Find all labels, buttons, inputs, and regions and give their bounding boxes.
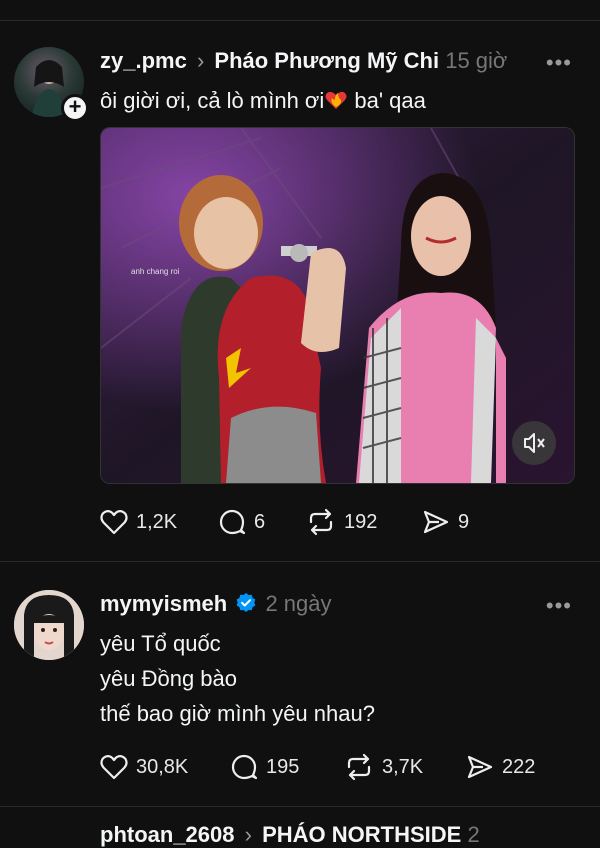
comment-count: 195 — [266, 755, 300, 778]
repost-button[interactable]: 3,7K — [344, 753, 466, 781]
like-count: 30,8K — [136, 755, 189, 778]
verified-badge-icon — [235, 592, 257, 620]
send-icon — [467, 755, 493, 779]
comment-button[interactable]: 195 — [230, 753, 344, 781]
more-options-icon[interactable]: ••• — [546, 593, 572, 619]
repost-icon — [347, 753, 371, 781]
post-header: mymyismeh 2 ngày — [100, 591, 332, 620]
post-divider — [0, 806, 600, 807]
avatar[interactable] — [14, 590, 84, 660]
post-text-line: yêu Đồng bào — [100, 666, 237, 691]
post-text-line: yêu Tổ quốc — [100, 631, 221, 656]
reply-to-name[interactable]: PHÁO NORTHSIDE — [262, 822, 461, 847]
post-time: 2 — [467, 822, 480, 847]
like-button[interactable]: 30,8K — [100, 754, 230, 780]
post-3-header: phtoan_2608 › PHÁO NORTHSIDE 2 — [100, 822, 480, 848]
post-text: yêu Tổ quốc yêu Đồng bào thế bao giờ mìn… — [100, 626, 375, 731]
chevron-right-icon: › — [244, 822, 252, 847]
share-count: 222 — [502, 755, 536, 778]
post-time: 2 ngày — [265, 591, 332, 616]
post-text-line: thế bao giờ mình yêu nhau? — [100, 701, 375, 726]
heart-icon — [100, 754, 128, 780]
post-actions: 30,8K 195 3,7K 222 — [100, 753, 535, 781]
post-2: mymyismeh 2 ngày ••• yêu Tổ quốc yêu Đồn… — [0, 0, 600, 805]
username[interactable]: mymyismeh — [100, 591, 227, 616]
username[interactable]: phtoan_2608 — [100, 822, 235, 847]
share-button[interactable]: 222 — [466, 753, 535, 781]
comment-icon — [231, 754, 258, 780]
repost-count: 3,7K — [382, 755, 424, 778]
